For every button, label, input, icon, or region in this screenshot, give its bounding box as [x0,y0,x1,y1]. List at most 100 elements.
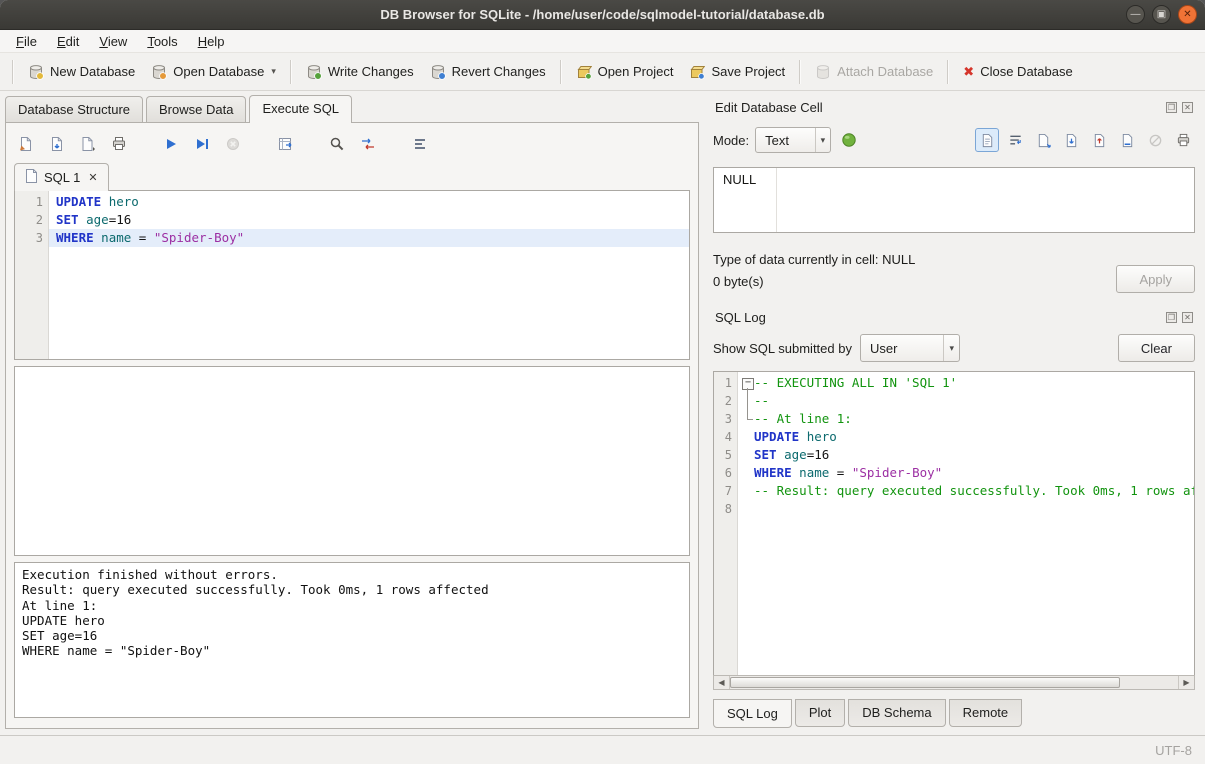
close-database-label: Close Database [980,64,1073,79]
encoding-indicator[interactable]: UTF-8 [1155,743,1192,758]
code-line[interactable]: SET age=16 [49,211,689,229]
open-database-button[interactable]: Open Database ▾ [143,59,284,85]
maximize-icon[interactable]: ▣ [1152,5,1171,24]
close-database-button[interactable]: ✖ Close Database [955,59,1080,84]
close-panel-icon[interactable]: ✕ [1182,312,1193,323]
code-area[interactable]: -- EXECUTING ALL IN 'SQL 1'---- At line … [738,372,1194,675]
close-panel-icon[interactable]: ✕ [1182,102,1193,113]
float-panel-icon[interactable]: ❐ [1166,102,1177,113]
log-filter-select[interactable]: User ▾ [860,334,960,362]
clear-log-button[interactable]: Clear [1118,334,1195,362]
code-line[interactable]: -- At line 1: [738,410,1194,428]
app-window: DB Browser for SQLite - /home/user/code/… [0,0,1205,764]
cell-editor[interactable]: NULL [713,167,1195,233]
close-database-icon: ✖ [963,65,974,78]
code-line[interactable]: -- Result: query executed successfully. … [738,482,1194,500]
open-database-icon [151,64,167,80]
new-database-button[interactable]: New Database [20,59,143,85]
scrollbar-track[interactable] [730,676,1178,689]
open-project-button[interactable]: Open Project [568,59,682,85]
sql-tab[interactable]: SQL 1 ✕ [14,163,109,191]
save-project-button[interactable]: Save Project [681,59,793,85]
print-cell-icon[interactable] [1171,128,1195,152]
attach-database-button[interactable]: Attach Database [807,59,941,85]
fold-column [740,428,754,446]
export-to-file-icon[interactable] [1087,128,1111,152]
text-view-icon[interactable] [975,128,999,152]
code-line[interactable]: SET age=16 [738,446,1194,464]
revert-changes-button[interactable]: Revert Changes [422,59,554,85]
menu-help[interactable]: Help [188,31,235,52]
execution-output[interactable]: Execution finished without errors. Resul… [14,562,690,718]
titlebar[interactable]: DB Browser for SQLite - /home/user/code/… [0,0,1205,30]
write-changes-button[interactable]: Write Changes [298,59,422,85]
toolbar-separator [290,60,292,84]
menu-bar: FileEditViewToolsHelp [0,30,1205,53]
menu-file[interactable]: File [6,31,47,52]
menu-edit[interactable]: Edit [47,31,89,52]
dock-tab-db-schema[interactable]: DB Schema [848,699,945,727]
execute-all-icon[interactable] [159,132,183,156]
code-token: -- EXECUTING ALL IN 'SQL 1' [754,374,957,392]
stop-icon[interactable] [221,132,245,156]
menu-view[interactable]: View [89,31,137,52]
code-line[interactable]: WHERE name = "Spider-Boy" [738,464,1194,482]
print-icon[interactable] [107,132,131,156]
tab-execute-sql[interactable]: Execute SQL [249,95,352,123]
dock-tab-sql-log[interactable]: SQL Log [713,699,792,728]
fold-column [740,446,754,464]
line-number: 1 [15,193,48,211]
edit-cell-toolbar: Mode: Text ▾ [713,125,1195,155]
float-panel-icon[interactable]: ❐ [1166,312,1177,323]
apply-button[interactable]: Apply [1116,265,1195,293]
close-window-icon[interactable]: ✕ [1178,5,1197,24]
import-from-file-icon[interactable] [1059,128,1083,152]
code-token: "Spider-Boy" [154,229,244,247]
execute-line-icon[interactable] [190,132,214,156]
scroll-right-icon[interactable]: ▶ [1178,676,1194,689]
sql-tab-label: SQL 1 [44,170,80,185]
line-number: 7 [714,482,737,500]
mode-select[interactable]: Text ▾ [755,127,831,153]
format-sql-icon[interactable] [408,132,432,156]
code-line[interactable]: -- [738,392,1194,410]
code-line[interactable]: WHERE name = "Spider-Boy" [49,229,689,247]
code-token [101,193,109,211]
cell-value: NULL [723,172,756,187]
open-sql-file-icon[interactable] [14,132,38,156]
save-sql-file-icon[interactable] [45,132,69,156]
line-number: 6 [714,464,737,482]
code-line[interactable]: UPDATE hero [738,428,1194,446]
save-as-icon[interactable] [1115,128,1139,152]
sql-editor[interactable]: 123UPDATE heroSET age=16WHERE name = "Sp… [14,190,690,360]
minimize-icon[interactable]: — [1126,5,1145,24]
find-icon[interactable] [325,132,349,156]
close-tab-icon[interactable]: ✕ [88,171,97,184]
code-area[interactable]: UPDATE heroSET age=16WHERE name = "Spide… [49,191,689,359]
dock-tab-remote[interactable]: Remote [949,699,1023,727]
sql-log-view[interactable]: 12345678-- EXECUTING ALL IN 'SQL 1'---- … [713,371,1195,675]
line-number: 2 [15,211,48,229]
save-sql-file-as-icon[interactable] [76,132,100,156]
word-wrap-icon[interactable] [1003,128,1027,152]
code-line[interactable]: -- EXECUTING ALL IN 'SQL 1' [738,374,1194,392]
tab-browse-data[interactable]: Browse Data [146,96,246,122]
fold-marker-icon[interactable] [740,374,754,392]
open-in-external-icon[interactable] [1031,128,1055,152]
code-token: = [829,464,852,482]
find-replace-icon[interactable] [356,132,380,156]
dock-tab-plot[interactable]: Plot [795,699,845,727]
code-line[interactable]: UPDATE hero [49,193,689,211]
tab-database-structure[interactable]: Database Structure [5,96,143,122]
scrollbar-thumb[interactable] [730,677,1120,688]
save-project-icon [689,64,705,80]
scroll-left-icon[interactable]: ◀ [714,676,730,689]
menu-tools[interactable]: Tools [137,31,187,52]
auto-format-icon[interactable] [837,128,861,152]
open-database-dropdown-icon[interactable]: ▾ [271,66,276,77]
code-line[interactable] [738,500,1194,518]
set-null-icon[interactable] [1143,128,1167,152]
log-hscrollbar[interactable]: ◀ ▶ [713,675,1195,690]
export-results-icon[interactable] [273,132,297,156]
results-grid[interactable] [14,366,690,556]
